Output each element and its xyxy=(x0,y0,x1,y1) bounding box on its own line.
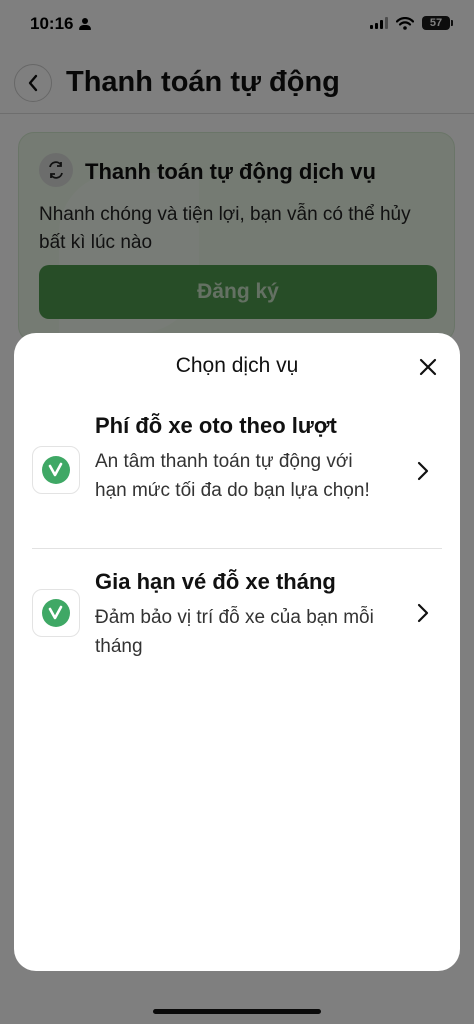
brand-logo xyxy=(32,589,80,637)
list-divider xyxy=(32,548,442,549)
service-item-monthly-pass[interactable]: Gia hạn vé đỗ xe tháng Đảm bảo vị trí đỗ… xyxy=(32,569,442,665)
chevron-right-icon xyxy=(416,601,430,625)
close-icon xyxy=(419,358,437,376)
service-title: Phí đỗ xe oto theo lượt xyxy=(95,413,337,438)
service-picker-sheet: Chọn dịch vụ Phí đỗ xe oto theo lượt An … xyxy=(14,333,460,971)
v-logo-icon xyxy=(42,456,70,484)
brand-logo xyxy=(32,446,80,494)
home-indicator[interactable] xyxy=(153,1009,321,1014)
service-item-per-trip-parking[interactable]: Phí đỗ xe oto theo lượt An tâm thanh toá… xyxy=(32,413,442,549)
service-description: An tâm thanh toán tự động với hạn mức tố… xyxy=(95,451,370,501)
service-title: Gia hạn vé đỗ xe tháng xyxy=(95,569,336,594)
close-button[interactable] xyxy=(416,355,440,379)
service-description: Đảm bảo vị trí đỗ xe của bạn mỗi tháng xyxy=(95,607,374,657)
chevron-right-icon xyxy=(416,459,430,483)
sheet-title: Chọn dịch vụ xyxy=(175,354,299,377)
v-logo-icon xyxy=(42,599,70,627)
